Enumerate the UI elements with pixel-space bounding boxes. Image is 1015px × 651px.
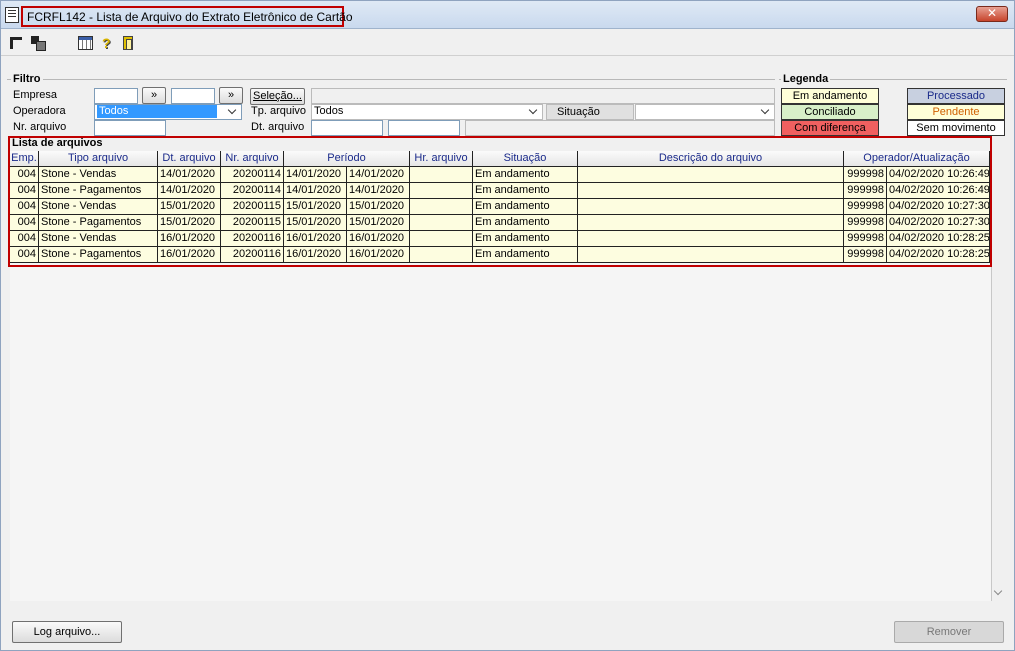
scroll-down-icon[interactable] [994,588,1002,596]
legenda-group-label: Legenda [781,73,831,85]
help-icon[interactable]: ? [102,36,116,50]
legend-com-diferenca: Com diferença [781,120,879,136]
dt-arquivo-display [465,120,775,136]
legend-pendente: Pendente [907,104,1005,120]
selecao-display [311,88,775,104]
dt-arquivo-from-input[interactable] [311,120,383,136]
chevron-down-icon[interactable] [528,106,540,118]
vertical-scrollbar[interactable] [992,151,1006,601]
arrow-icon[interactable] [9,36,23,50]
nr-arquivo-label: Nr. arquivo [13,121,67,133]
document-icon [5,7,19,23]
toolbar: ? [1,30,1014,56]
table-icon[interactable] [78,36,93,50]
empresa-from-input[interactable] [94,88,138,104]
chevron-down-icon[interactable] [227,106,239,118]
situacao-label: Situação [546,104,634,120]
file-list-highlight-frame [8,136,992,267]
dt-arquivo-to-input[interactable] [388,120,460,136]
legend-processado: Processado [907,88,1005,104]
tp-arquivo-selected-value: Todos [314,105,344,117]
filtro-group-border [7,79,775,80]
operadora-label: Operadora [13,105,66,117]
log-arquivo-button[interactable]: Log arquivo... [12,621,122,643]
nr-arquivo-input[interactable] [94,120,166,136]
close-button[interactable]: ✕ [976,6,1008,22]
chevron-down-icon[interactable] [760,106,772,118]
empresa-to-lookup-button[interactable]: » [219,87,243,104]
remover-button[interactable]: Remover [894,621,1004,643]
filtro-group-label: Filtro [11,73,43,85]
title-bar[interactable]: FCRFL142 - Lista de Arquivo do Extrato E… [1,1,1014,29]
tp-arquivo-label: Tp. arquivo [251,105,307,117]
operadora-select[interactable]: Todos [94,104,242,120]
legend-em-andamento: Em andamento [781,88,879,104]
empresa-to-input[interactable] [171,88,215,104]
exit-icon[interactable] [123,36,133,50]
legend-sem-movimento: Sem movimento [907,120,1005,136]
situacao-select[interactable] [635,104,775,120]
window-title: FCRFL142 - Lista de Arquivo do Extrato E… [21,6,353,27]
main-window: FCRFL142 - Lista de Arquivo do Extrato E… [0,0,1015,651]
windows-icon[interactable] [31,36,46,51]
file-list-title: Lista de arquivos [12,137,103,149]
selecao-button[interactable]: Seleção... [250,88,305,105]
operadora-selected-value: Todos [97,105,217,118]
dt-arquivo-label: Dt. arquivo [251,121,305,133]
tp-arquivo-select[interactable]: Todos [311,104,543,120]
empresa-from-lookup-button[interactable]: » [142,87,166,104]
legend-conciliado: Conciliado [781,104,879,120]
empresa-label: Empresa [13,89,58,101]
